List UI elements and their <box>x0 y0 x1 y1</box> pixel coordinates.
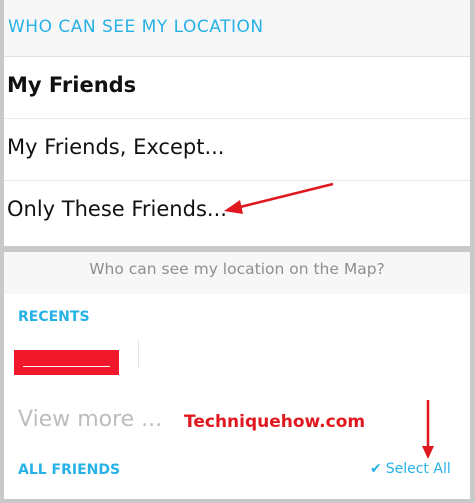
redacted-friend-name <box>14 350 119 375</box>
view-more-link[interactable]: View more ... <box>18 407 162 432</box>
recents-heading: RECENTS <box>18 309 90 325</box>
select-all-button[interactable]: ✔ Select All <box>370 461 451 477</box>
option-label: My Friends, Except... <box>7 135 225 159</box>
section-header-label: WHO CAN SEE MY LOCATION <box>8 17 264 37</box>
watermark-text: Techniquehow.com <box>184 412 366 432</box>
select-all-label: Select All <box>385 461 451 477</box>
map-question-bar: Who can see my location on the Map? <box>4 252 470 294</box>
checkmark-icon: ✔ <box>370 461 382 477</box>
row-divider <box>138 340 139 368</box>
option-label: Only These Friends... <box>7 197 227 221</box>
option-label: My Friends <box>7 73 137 97</box>
recent-friend-row[interactable] <box>4 340 470 390</box>
section-header: WHO CAN SEE MY LOCATION <box>4 0 470 57</box>
location-visibility-panel: WHO CAN SEE MY LOCATION My Friends My Fr… <box>4 0 470 246</box>
friend-picker-panel: Who can see my location on the Map? RECE… <box>4 252 470 499</box>
option-my-friends-except[interactable]: My Friends, Except... <box>4 118 470 181</box>
option-my-friends[interactable]: My Friends <box>4 56 470 119</box>
option-only-these-friends[interactable]: Only These Friends... <box>4 180 470 246</box>
all-friends-heading: ALL FRIENDS <box>18 462 121 478</box>
map-question-text: Who can see my location on the Map? <box>89 260 385 278</box>
